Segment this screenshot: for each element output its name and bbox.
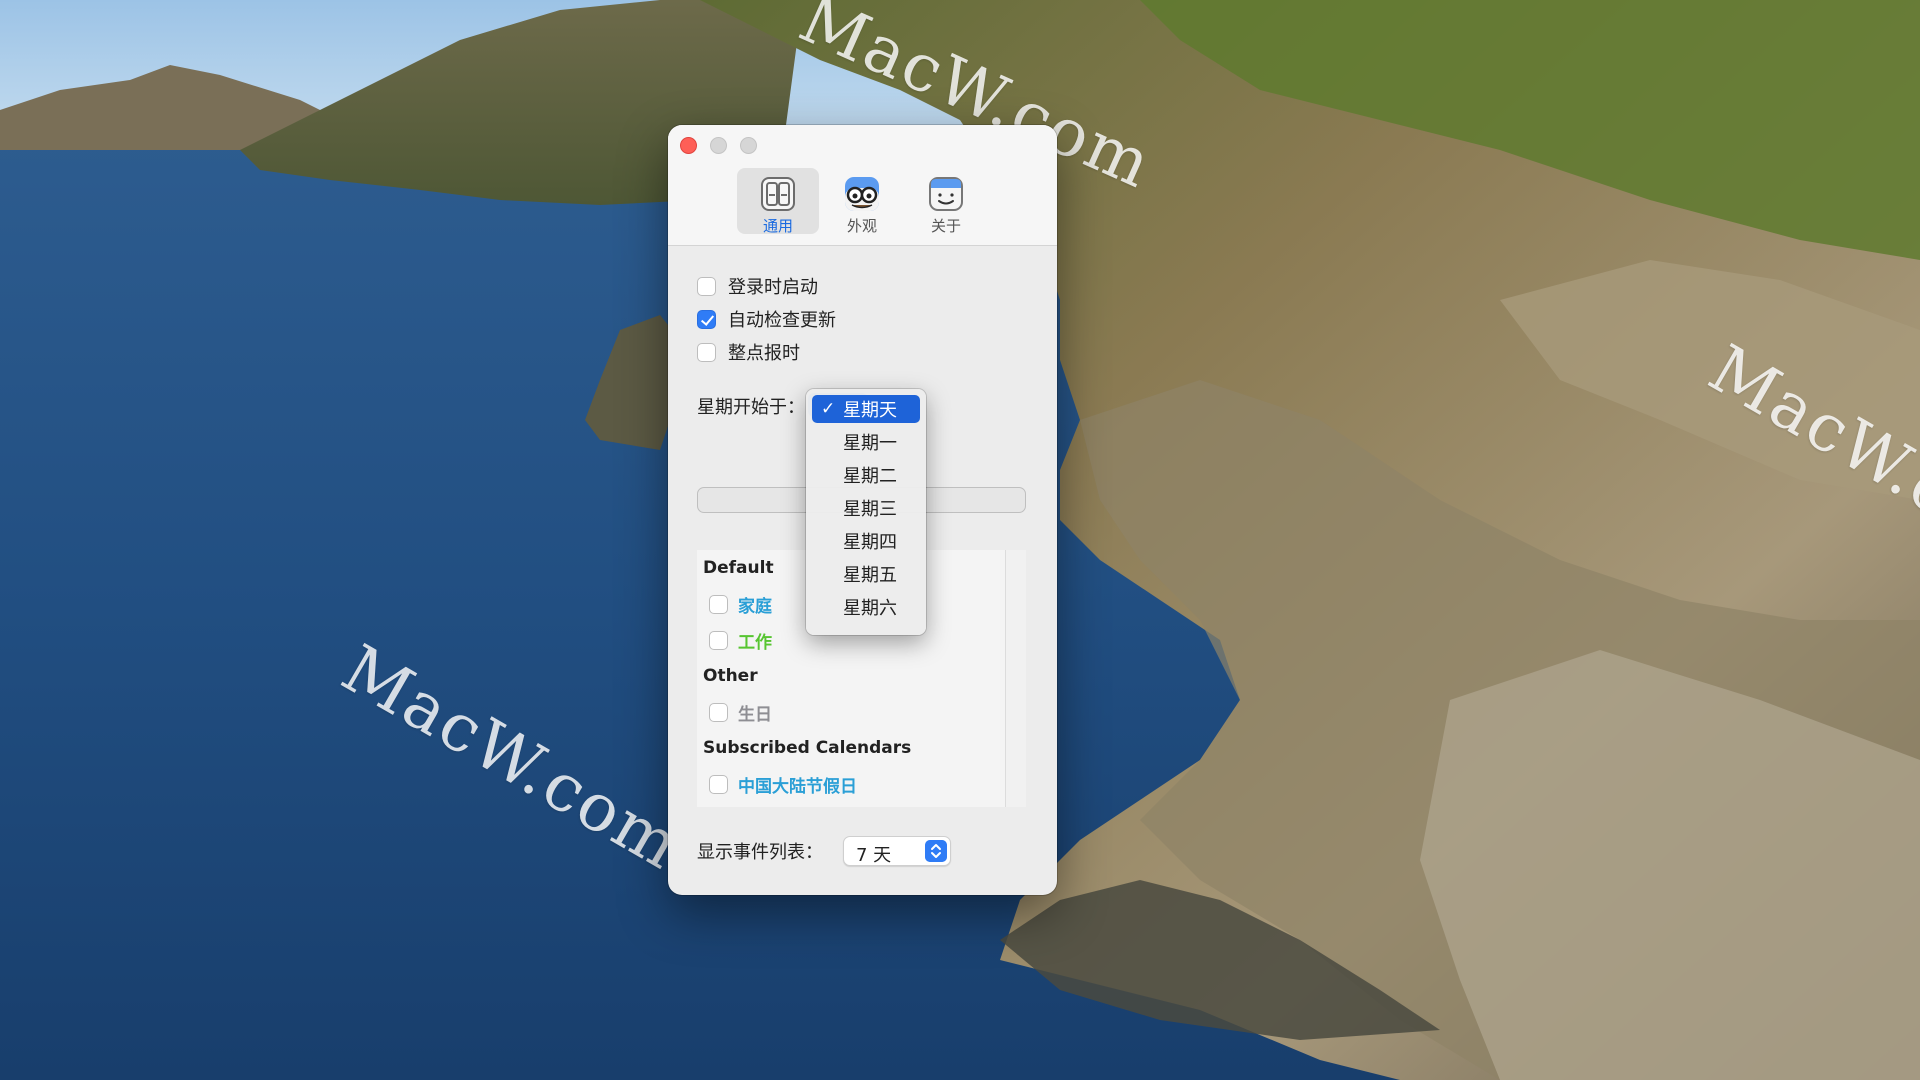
calendar-family-checkbox[interactable] [709, 594, 728, 614]
calendar-birthday-checkbox[interactable] [709, 702, 728, 722]
tab-appearance[interactable]: 外观 [821, 168, 903, 235]
hourly-chime-label: 整点报时 [728, 343, 800, 364]
zoom-button[interactable] [740, 137, 757, 154]
calendar-birthday-label: 生日 [738, 704, 772, 725]
calendar-work-checkbox[interactable] [709, 630, 728, 650]
about-icon [929, 177, 963, 211]
calendar-group-header: Default [703, 558, 774, 578]
event-list-value: 7 天 [856, 845, 892, 866]
calendar-group-header: Other [703, 666, 758, 686]
calendar-list-scrollbar[interactable] [1005, 550, 1026, 807]
calendar-item-birthday[interactable]: 生日 [709, 700, 772, 725]
updown-chevron-icon [925, 840, 947, 862]
calendar-item-family[interactable]: 家庭 [709, 592, 772, 617]
menu-item-friday[interactable]: 星期五 [812, 560, 920, 588]
calendar-group-header: Subscribed Calendars [703, 738, 912, 758]
minimize-button[interactable] [710, 137, 727, 154]
menu-item-tuesday[interactable]: 星期二 [812, 461, 920, 489]
hourly-chime-option[interactable]: 整点报时 [697, 339, 800, 365]
hourly-chime-checkbox[interactable] [697, 342, 716, 362]
auto-update-option[interactable]: 自动检查更新 [697, 306, 836, 332]
event-list-select[interactable]: 7 天 [843, 836, 951, 866]
launch-at-login-option[interactable]: 登录时启动 [697, 273, 818, 299]
menu-item-monday[interactable]: 星期一 [812, 428, 920, 456]
tab-about-label: 关于 [930, 217, 961, 235]
week-start-menu: ✓ 星期天 星期一 星期二 星期三 星期四 星期五 星期六 [806, 389, 926, 635]
menu-item-sunday[interactable]: ✓ 星期天 [812, 395, 920, 423]
calendar-item-cn-holidays[interactable]: 中国大陆节假日 [709, 772, 857, 797]
menu-item-saturday[interactable]: 星期六 [812, 593, 920, 621]
close-button[interactable] [680, 137, 697, 154]
appearance-icon [845, 177, 879, 211]
checkmark-icon: ✓ [821, 399, 836, 419]
tab-about[interactable]: 关于 [905, 168, 987, 235]
tab-general[interactable]: 通用 [737, 168, 819, 235]
titlebar: 通用 外观 关于 [668, 125, 1057, 246]
calendar-cn-holidays-label: 中国大陆节假日 [738, 776, 857, 797]
calendar-family-label: 家庭 [738, 596, 772, 617]
auto-update-checkbox[interactable] [697, 309, 716, 329]
auto-update-label: 自动检查更新 [728, 310, 836, 331]
tab-appearance-label: 外观 [846, 217, 877, 235]
week-start-label: 星期开始于： [697, 397, 805, 418]
calendar-work-label: 工作 [738, 632, 772, 653]
menu-item-thursday[interactable]: 星期四 [812, 527, 920, 555]
calendar-item-work[interactable]: 工作 [709, 628, 772, 653]
menu-item-wednesday[interactable]: 星期三 [812, 494, 920, 522]
event-list-label: 显示事件列表： [697, 842, 823, 863]
general-icon [761, 177, 795, 211]
tab-general-label: 通用 [762, 217, 793, 235]
launch-at-login-label: 登录时启动 [728, 277, 818, 298]
calendar-cn-holidays-checkbox[interactable] [709, 774, 728, 794]
launch-at-login-checkbox[interactable] [697, 276, 716, 296]
